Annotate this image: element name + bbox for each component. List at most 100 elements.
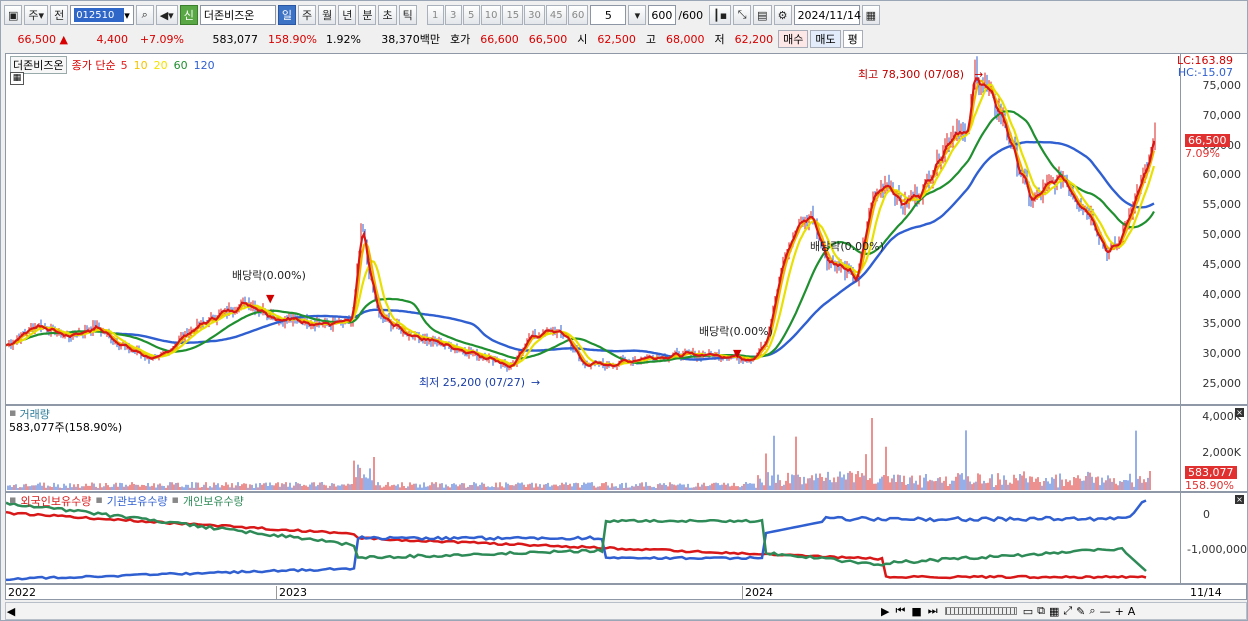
forward-icon[interactable]: ⏭	[925, 604, 941, 618]
interval-button-3[interactable]: 3	[444, 5, 462, 25]
interval-select[interactable]: 5	[590, 5, 627, 25]
interval-button-60[interactable]: 60	[567, 5, 589, 25]
holding-legend-2[interactable]: 개인보유수량	[183, 493, 244, 509]
period-tab-0[interactable]: 일	[277, 5, 296, 25]
type-label: 주	[28, 9, 39, 22]
period-tab-1[interactable]: 주	[297, 5, 317, 25]
price-tick-9: 30,000	[1202, 347, 1242, 361]
volume-panel[interactable]: ▪ 거래량 583,077주(158.90%)	[5, 405, 1181, 492]
layout-icon[interactable]: ▭	[1021, 605, 1035, 618]
search-icon[interactable]: ⌕	[135, 5, 154, 25]
pyeong-button[interactable]: 평	[842, 30, 863, 48]
price-tick-10: 25,000	[1202, 377, 1242, 391]
price-tick-7: 40,000	[1202, 287, 1242, 301]
period-tab-4[interactable]: 분	[358, 5, 377, 25]
ma120-line	[115, 140, 1155, 361]
interval-button-1[interactable]: 1	[426, 5, 444, 25]
plus-icon[interactable]: +	[1113, 605, 1126, 618]
code-value: 012510	[74, 8, 125, 22]
period-tab-6[interactable]: 틱	[398, 5, 417, 25]
change-pct: +7.09%	[139, 32, 184, 46]
buy-button[interactable]: 매수	[778, 30, 809, 48]
period-tab-5[interactable]: 초	[378, 5, 397, 25]
type-select[interactable]: 주 ▾	[24, 5, 49, 25]
hold-tick-0: 0	[1203, 508, 1210, 521]
ma-period-10[interactable]: 10	[134, 59, 148, 72]
legend-dot-icon: ▪	[95, 493, 103, 506]
count-input[interactable]: 600	[648, 5, 677, 25]
interval-button-10[interactable]: 10	[480, 5, 502, 25]
table-icon[interactable]: ▦	[10, 72, 24, 85]
volume-axis: 4,000K 2,000K 583,077 158.90% ×	[1181, 405, 1247, 492]
interval-button-30[interactable]: 30	[524, 5, 545, 25]
volume-subtitle: 583,077주(158.90%)	[9, 421, 123, 434]
period-tab-3[interactable]: 년	[338, 5, 357, 25]
period-tab-2[interactable]: 월	[318, 5, 337, 25]
bottom-scrollbar[interactable]: ◀ ▶ ⏮ ■ ⏭ ▭ ⧉ ▦ ⤢ ✎ ⌕ — + A	[5, 602, 1247, 620]
interval-button-5[interactable]: 5	[462, 5, 480, 25]
ma-period-120[interactable]: 120	[194, 59, 215, 72]
volume-current-badge: 583,077	[1185, 466, 1237, 479]
scroll-left-icon[interactable]: ◀	[6, 605, 16, 618]
line-tool-icon[interactable]: ⤡	[733, 5, 752, 25]
ma-period-5[interactable]: 5	[121, 59, 128, 72]
interval-button-15[interactable]: 15	[502, 5, 524, 25]
holding-legend-1[interactable]: 기관보유수량	[107, 493, 168, 509]
holding-panel[interactable]: ▪ 외국인보유수량 ▪ 기관보유수량 ▪ 개인보유수량	[5, 492, 1181, 584]
gear-icon[interactable]: ⚙	[773, 5, 792, 25]
stop-icon[interactable]: ■	[908, 605, 924, 618]
holding-legend: ▪ 외국인보유수량 ▪ 기관보유수량 ▪ 개인보유수량	[9, 493, 244, 509]
ma-period-60[interactable]: 60	[174, 59, 188, 72]
price-tick-5: 50,000	[1202, 227, 1242, 241]
price-tick-0: 75,000	[1202, 78, 1242, 92]
trend-icon[interactable]: ⤢	[1061, 604, 1074, 618]
x-axis: 2022 2023 2024 11/14	[5, 584, 1247, 600]
price-tick-1: 70,000	[1202, 108, 1242, 122]
low-label: 저	[714, 33, 725, 46]
close-icon[interactable]: ×	[1235, 495, 1244, 504]
sell-button[interactable]: 매도	[810, 30, 841, 48]
zoom-slider[interactable]	[944, 607, 1017, 615]
bid-value: 66,500	[528, 32, 568, 46]
prev-button[interactable]: 전	[50, 5, 69, 25]
arrow-right-icon: →	[531, 376, 540, 389]
vol-tick-2000k: 2,000K	[1202, 446, 1241, 459]
interval-button-45[interactable]: 45	[545, 5, 567, 25]
font-icon[interactable]: A	[1126, 605, 1138, 618]
window-copy-icon[interactable]: ⧉	[1035, 604, 1047, 618]
low-value: 62,200	[734, 32, 774, 46]
grid-icon[interactable]: ▦	[1047, 605, 1061, 618]
ma-periods: 5 10 20 60 120	[121, 59, 215, 72]
quote-bar: 66,500 ▲ 4,400 +7.09% 583,077 158.90% 1.…	[1, 29, 1248, 49]
dividend-annotation-2: 배당락(0.00%)	[699, 325, 773, 338]
hc-value: HC:-15.07	[1177, 66, 1233, 79]
price-panel[interactable]: 최고 78,300 (07/08) → 최저 25,200 (07/27) → 배당락(…	[5, 53, 1181, 405]
save-icon[interactable]: ▤	[753, 5, 772, 25]
window-icon[interactable]: ▣	[4, 5, 23, 25]
sin-button[interactable]: 신	[179, 5, 198, 25]
scroll-right-icon[interactable]: ▶	[878, 605, 892, 618]
date-input[interactable]: 2024/11/14	[793, 5, 861, 25]
minus-icon[interactable]: —	[1098, 605, 1113, 618]
volume-value: 583,077	[212, 32, 259, 46]
candle-icon[interactable]: ┃▪	[709, 5, 732, 25]
calendar-icon[interactable]: ▦	[861, 5, 880, 25]
price-chart[interactable]: 최고 78,300 (07/08) → 최저 25,200 (07/27) → 배당락(…	[6, 54, 1180, 404]
x-end-label: 11/14	[1190, 586, 1222, 599]
x-label-2022: 2022	[8, 586, 36, 599]
rewind-icon[interactable]: ⏮	[892, 604, 908, 618]
volume-ratio: 158.90%	[268, 32, 317, 46]
holding-legend-0[interactable]: 외국인보유수량	[20, 493, 91, 509]
volume-chart[interactable]	[6, 406, 1180, 491]
interval-chevron-icon[interactable]: ▾	[628, 5, 647, 25]
x-label-2024: 2024	[742, 586, 773, 599]
stock-name-field[interactable]: 더존비즈온	[199, 5, 276, 25]
open-value: 62,500	[597, 32, 636, 46]
chevron-down-icon[interactable]: ▾	[124, 9, 130, 22]
speaker-icon[interactable]: ◀▾	[155, 5, 178, 25]
draw-icon[interactable]: ✎	[1074, 605, 1087, 618]
code-input[interactable]: 012510 ▾	[70, 5, 134, 25]
ma-period-20[interactable]: 20	[154, 59, 168, 72]
magnify-icon[interactable]: ⌕	[1087, 604, 1097, 618]
close-icon[interactable]: ×	[1235, 408, 1244, 417]
